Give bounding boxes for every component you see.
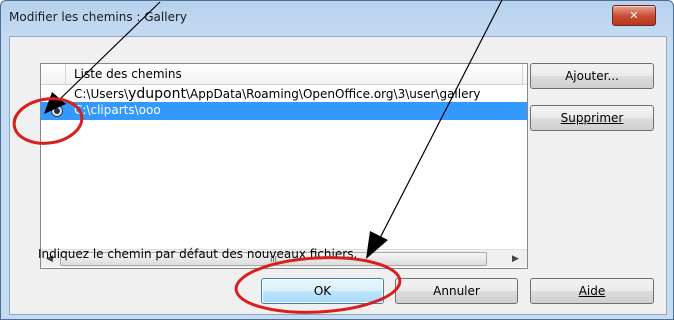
path-username: ydupont xyxy=(128,86,186,102)
cancel-button-label: Annuler xyxy=(433,284,480,298)
list-item-selected[interactable]: C:\cliparts\ooo xyxy=(41,102,527,120)
paths-list[interactable]: Liste des chemins C:\Users\ydupont\AppDa… xyxy=(40,63,528,269)
close-button[interactable]: ✕ xyxy=(612,5,656,26)
title-bar: Modifier les chemins : Gallery ✕ xyxy=(1,1,673,37)
close-icon: ✕ xyxy=(629,9,639,22)
hint-text: Indiquez le chemin par défaut des nouvea… xyxy=(38,247,358,261)
path-text: C:\Users\ydupont\AppData\Roaming\OpenOff… xyxy=(74,86,481,102)
add-button-label: Ajouter... xyxy=(565,69,619,83)
path-prefix: C:\Users\ xyxy=(74,87,129,101)
list-header: Liste des chemins xyxy=(41,64,527,85)
cancel-button[interactable]: Annuler xyxy=(395,278,518,304)
dialog-window: Modifier les chemins : Gallery ✕ Liste d… xyxy=(0,0,674,320)
radio-icon[interactable] xyxy=(51,105,63,117)
scroll-right-icon[interactable]: ▶ xyxy=(507,250,524,267)
path-suffix: \AppData\Roaming\OpenOffice.org\3\user\g… xyxy=(185,87,481,101)
remove-button[interactable]: Supprimer xyxy=(530,105,654,131)
window-title: Modifier les chemins : Gallery xyxy=(9,10,187,24)
remove-button-label: Supprimer xyxy=(560,111,624,125)
default-column-header[interactable] xyxy=(41,64,66,84)
add-button[interactable]: Ajouter... xyxy=(530,63,654,89)
header-divider xyxy=(522,64,523,84)
list-item[interactable]: C:\Users\ydupont\AppData\Roaming\OpenOff… xyxy=(41,85,527,103)
dialog-body: Liste des chemins C:\Users\ydupont\AppDa… xyxy=(9,36,667,315)
help-button[interactable]: Aide xyxy=(530,278,654,304)
paths-column-header[interactable]: Liste des chemins xyxy=(74,67,182,81)
ok-button[interactable]: OK xyxy=(261,278,384,304)
path-text: C:\cliparts\ooo xyxy=(74,103,161,117)
ok-button-label: OK xyxy=(313,284,332,298)
help-button-label: Aide xyxy=(578,284,606,298)
